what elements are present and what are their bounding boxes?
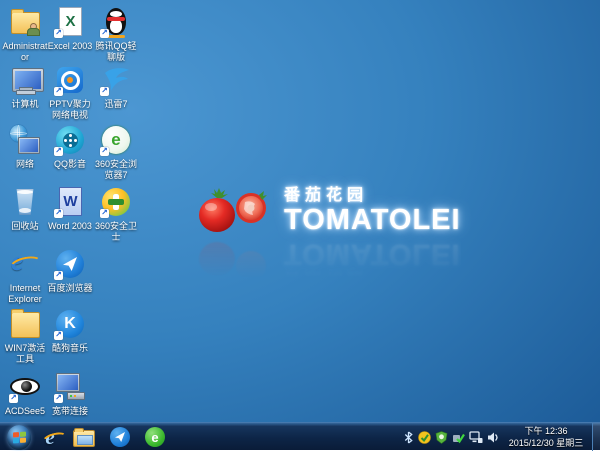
desktop-icon-tencent-qq[interactable]: 腾讯QQ轻聊版 bbox=[93, 6, 139, 63]
word-w-glyph: W bbox=[63, 193, 77, 210]
monitor-icon bbox=[56, 373, 80, 392]
desktop-icon-pptv[interactable]: PPTV聚力网络电视 bbox=[47, 64, 93, 121]
recycle-bin-icon bbox=[15, 189, 35, 215]
folder-icon bbox=[73, 430, 95, 447]
desktop-icon-thunder7[interactable]: 迅雷7 bbox=[93, 64, 139, 110]
taskbar-windows-explorer[interactable] bbox=[72, 425, 96, 449]
icon-label: Administrator bbox=[2, 41, 48, 63]
icon-label: 计算机 bbox=[2, 99, 48, 110]
taskbar: e e bbox=[0, 422, 600, 450]
browser-e-glyph: e bbox=[151, 430, 158, 445]
icon-label: 百度浏览器 bbox=[47, 283, 93, 294]
tomatoes-icon bbox=[196, 178, 272, 238]
desktop-icon-excel-2003[interactable]: X Excel 2003 bbox=[47, 6, 93, 52]
360-browser-icon: e bbox=[145, 427, 165, 447]
taskbar-clock[interactable]: 下午 12:36 2015/12/30 星期三 bbox=[504, 425, 588, 449]
shortcut-arrow-icon bbox=[54, 271, 63, 280]
desktop-icon-broadband-connection[interactable]: 宽带连接 bbox=[47, 371, 93, 417]
logo-english-title: TOMATOLEI bbox=[284, 205, 461, 235]
desktop-icon-word-2003[interactable]: W Word 2003 bbox=[47, 186, 93, 232]
shortcut-arrow-icon bbox=[100, 29, 109, 38]
excel-x-glyph: X bbox=[65, 13, 75, 30]
ie-icon: e bbox=[45, 425, 54, 450]
icon-label: PPTV聚力网络电视 bbox=[47, 99, 93, 121]
desktop-icon-baidu-browser[interactable]: 百度浏览器 bbox=[47, 248, 93, 294]
desktop-icon-administrator-folder[interactable]: Administrator bbox=[2, 6, 48, 63]
logo-chinese-title: 番茄花园 bbox=[284, 181, 461, 205]
qq-belly bbox=[110, 19, 122, 33]
shortcut-arrow-icon bbox=[54, 209, 63, 218]
icon-label: 腾讯QQ轻聊版 bbox=[93, 41, 139, 63]
shortcut-arrow-icon bbox=[54, 394, 63, 403]
desktop-icon-recycle-bin[interactable]: 回收站 bbox=[2, 186, 48, 232]
desktop-icon-360-safe[interactable]: 360安全卫士 bbox=[93, 186, 139, 243]
desktop-icon-computer[interactable]: 计算机 bbox=[2, 64, 48, 110]
clock-time: 下午 12:36 bbox=[504, 425, 588, 437]
icon-label: Excel 2003 bbox=[47, 41, 93, 52]
icon-label: QQ影音 bbox=[47, 159, 93, 170]
windows-orb-icon bbox=[7, 425, 31, 450]
clock-date: 2015/12/30 星期三 bbox=[504, 437, 588, 449]
desktop-icon-win7-activator[interactable]: WIN7激活工具 bbox=[2, 308, 48, 365]
monitor-icon bbox=[18, 137, 40, 154]
tomato-garden-logo: 番茄花园 TOMATOLEI 番茄花园 TOMATOLEI bbox=[196, 178, 461, 296]
shortcut-arrow-icon bbox=[54, 147, 63, 156]
network-tray-icon[interactable] bbox=[469, 431, 483, 444]
desktop-icon-kugou-music[interactable]: K 酷狗音乐 bbox=[47, 308, 93, 354]
icon-label: 酷狗音乐 bbox=[47, 343, 93, 354]
desktop-icon-internet-explorer[interactable]: e Internet Explorer bbox=[2, 248, 48, 305]
desktop-background[interactable]: Administrator X Excel 2003 腾讯QQ轻聊版 计算机 P… bbox=[0, 0, 600, 450]
baidu-browser-icon bbox=[110, 427, 130, 447]
security-shield-tray-icon[interactable] bbox=[435, 431, 448, 444]
desktop-icon-360-browser-7[interactable]: e 360安全浏览器7 bbox=[93, 124, 139, 181]
shortcut-arrow-icon bbox=[100, 87, 109, 96]
icon-label: 360安全浏览器7 bbox=[93, 159, 139, 181]
logo-reflection: 番茄花园 TOMATOLEI bbox=[196, 236, 461, 296]
icon-label: Word 2003 bbox=[47, 221, 93, 232]
taskbar-baidu-browser[interactable] bbox=[108, 425, 132, 449]
monitor-foot bbox=[16, 90, 36, 95]
start-button[interactable] bbox=[7, 425, 31, 449]
audio-device-tray-icon[interactable] bbox=[452, 431, 465, 444]
icon-label: 360安全卫士 bbox=[93, 221, 139, 243]
modem-icon bbox=[67, 392, 85, 400]
volume-tray-icon[interactable] bbox=[487, 431, 500, 444]
show-desktop-button[interactable] bbox=[592, 423, 600, 451]
shortcut-arrow-icon bbox=[9, 394, 18, 403]
desktop-icon-acdsee5[interactable]: ACDSee5 bbox=[2, 371, 48, 417]
shortcut-arrow-icon bbox=[100, 209, 109, 218]
browser-e-glyph: e bbox=[111, 130, 120, 150]
shortcut-arrow-icon bbox=[54, 29, 63, 38]
qq-feet bbox=[107, 35, 125, 38]
icon-label: WIN7激活工具 bbox=[2, 343, 48, 365]
desktop-icon-qq-player[interactable]: QQ影音 bbox=[47, 124, 93, 170]
bluetooth-icon[interactable] bbox=[403, 431, 414, 444]
shortcut-arrow-icon bbox=[54, 331, 63, 340]
antivirus-tray-icon[interactable] bbox=[418, 431, 431, 444]
folder-icon bbox=[11, 312, 40, 338]
qq-scarf bbox=[107, 17, 125, 21]
icon-label: 迅雷7 bbox=[93, 99, 139, 110]
icon-label: ACDSee5 bbox=[2, 406, 48, 417]
shortcut-arrow-icon bbox=[54, 87, 63, 96]
taskbar-internet-explorer[interactable]: e bbox=[38, 425, 62, 449]
shortcut-arrow-icon bbox=[100, 147, 109, 156]
desktop-icon-network[interactable]: 网络 bbox=[2, 124, 48, 170]
icon-label: 网络 bbox=[2, 159, 48, 170]
system-tray bbox=[403, 423, 500, 451]
icon-label: 回收站 bbox=[2, 221, 48, 232]
taskbar-360-browser[interactable]: e bbox=[143, 425, 167, 449]
icon-label: 宽带连接 bbox=[47, 406, 93, 417]
icon-label: Internet Explorer bbox=[2, 283, 48, 305]
user-icon bbox=[27, 23, 38, 36]
kugou-k-glyph: K bbox=[64, 315, 76, 333]
